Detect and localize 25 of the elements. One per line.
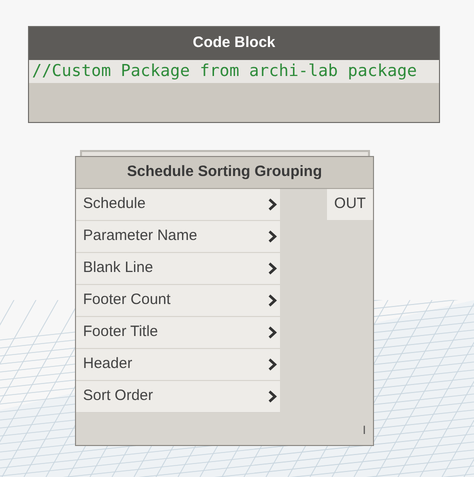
- input-port[interactable]: Header: [76, 349, 280, 381]
- input-port[interactable]: Blank Line: [76, 253, 280, 285]
- input-port[interactable]: Schedule: [76, 189, 280, 221]
- chevron-icon: [268, 294, 277, 307]
- node-title: Code Block: [192, 33, 276, 54]
- chevron-icon: [268, 326, 277, 339]
- input-port[interactable]: Footer Count: [76, 285, 280, 317]
- port-label: Schedule: [83, 194, 146, 214]
- chevron-icon: [268, 230, 277, 243]
- node-title: Schedule Sorting Grouping: [127, 162, 322, 182]
- chevron-icon: [268, 358, 277, 371]
- port-label: Parameter Name: [83, 226, 198, 246]
- input-port[interactable]: Parameter Name: [76, 221, 280, 253]
- port-label: Footer Title: [83, 322, 158, 342]
- port-label: Header: [83, 354, 132, 374]
- port-label: Blank Line: [83, 258, 154, 278]
- input-port[interactable]: Sort Order: [76, 381, 280, 413]
- port-label: Footer Count: [83, 290, 171, 310]
- chevron-icon: [268, 198, 277, 211]
- port-label: Sort Order: [83, 386, 154, 406]
- lacing-indicator: I: [362, 422, 366, 439]
- chevron-icon: [268, 390, 277, 403]
- input-port[interactable]: Footer Title: [76, 317, 280, 349]
- chevron-icon: [268, 262, 277, 275]
- output-port[interactable]: OUT: [327, 189, 373, 220]
